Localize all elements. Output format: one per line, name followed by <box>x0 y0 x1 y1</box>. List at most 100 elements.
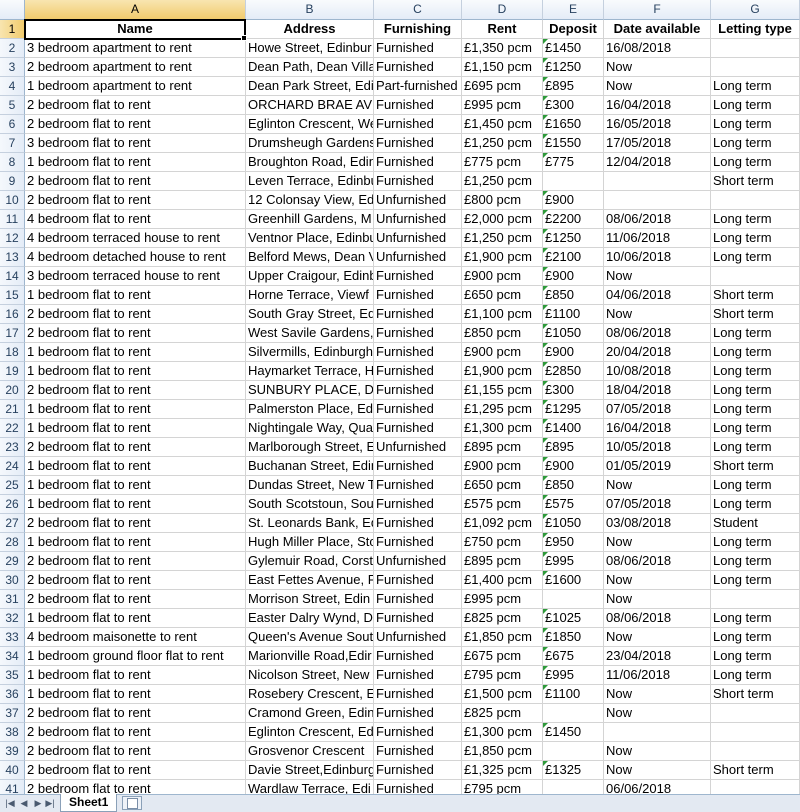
cell-a[interactable]: 4 bedroom maisonette to rent <box>25 628 246 647</box>
cell-b[interactable]: South Scotstoun, Sout <box>246 495 374 514</box>
header-cell-c[interactable]: Furnishing <box>374 20 462 39</box>
cell-e[interactable]: £995 <box>543 666 604 685</box>
cell-c[interactable]: Furnished <box>374 286 462 305</box>
cell-d[interactable]: £1,100 pcm <box>462 305 543 324</box>
cell-a[interactable]: 1 bedroom flat to rent <box>25 685 246 704</box>
cell-d[interactable]: £1,900 pcm <box>462 248 543 267</box>
cell-c[interactable]: Unfurnished <box>374 210 462 229</box>
cell-d[interactable]: £1,325 pcm <box>462 761 543 780</box>
cell-g[interactable]: Short term <box>711 457 800 476</box>
cell-b[interactable]: Haymarket Terrace, H <box>246 362 374 381</box>
cell-e[interactable]: £1400 <box>543 419 604 438</box>
row-header[interactable]: 12 <box>0 229 25 248</box>
cell-d[interactable]: £995 pcm <box>462 590 543 609</box>
column-header-f[interactable]: F <box>604 0 711 20</box>
row-header[interactable]: 1 <box>0 20 25 39</box>
cell-g[interactable] <box>711 191 800 210</box>
cell-c[interactable]: Furnished <box>374 685 462 704</box>
cell-b[interactable]: Belford Mews, Dean V <box>246 248 374 267</box>
cell-c[interactable]: Furnished <box>374 96 462 115</box>
cell-b[interactable]: Queen's Avenue Sout <box>246 628 374 647</box>
cell-c[interactable]: Furnished <box>374 381 462 400</box>
cell-g[interactable] <box>711 742 800 761</box>
cell-d[interactable]: £825 pcm <box>462 609 543 628</box>
cell-a[interactable]: 1 bedroom flat to rent <box>25 457 246 476</box>
cell-b[interactable]: Dean Park Street, Edi <box>246 77 374 96</box>
cell-a[interactable]: 2 bedroom flat to rent <box>25 172 246 191</box>
cell-f[interactable] <box>604 172 711 191</box>
header-cell-f[interactable]: Date available <box>604 20 711 39</box>
cell-c[interactable]: Furnished <box>374 134 462 153</box>
row-header[interactable]: 15 <box>0 286 25 305</box>
cell-e[interactable]: £1450 <box>543 723 604 742</box>
cell-f[interactable]: 10/08/2018 <box>604 362 711 381</box>
cell-a[interactable]: 1 bedroom flat to rent <box>25 666 246 685</box>
cell-b[interactable]: Davie Street,Edinburg <box>246 761 374 780</box>
cell-b[interactable]: Grosvenor Crescent <box>246 742 374 761</box>
cell-b[interactable]: 12 Colonsay View, Edi <box>246 191 374 210</box>
cell-b[interactable]: Palmerston Place, Edi <box>246 400 374 419</box>
cell-b[interactable]: Eglinton Crescent, Edi <box>246 723 374 742</box>
cell-f[interactable]: Now <box>604 77 711 96</box>
cell-d[interactable]: £1,850 pcm <box>462 742 543 761</box>
cell-a[interactable]: 2 bedroom flat to rent <box>25 96 246 115</box>
cell-d[interactable]: £1,400 pcm <box>462 571 543 590</box>
header-cell-g[interactable]: Letting type <box>711 20 800 39</box>
cell-a[interactable]: 2 bedroom flat to rent <box>25 590 246 609</box>
cell-g[interactable]: Short term <box>711 761 800 780</box>
cell-g[interactable] <box>711 267 800 286</box>
cell-b[interactable]: SUNBURY PLACE, DEA <box>246 381 374 400</box>
cell-c[interactable]: Unfurnished <box>374 628 462 647</box>
cell-g[interactable]: Long term <box>711 552 800 571</box>
header-cell-d[interactable]: Rent <box>462 20 543 39</box>
cell-e[interactable]: £1650 <box>543 115 604 134</box>
first-sheet-icon[interactable]: |◀ <box>4 797 16 809</box>
cell-a[interactable]: 1 bedroom flat to rent <box>25 419 246 438</box>
cell-d[interactable]: £1,250 pcm <box>462 229 543 248</box>
cell-a[interactable]: 2 bedroom flat to rent <box>25 761 246 780</box>
cell-d[interactable]: £650 pcm <box>462 286 543 305</box>
cell-e[interactable]: £900 <box>543 267 604 286</box>
column-header-e[interactable]: E <box>543 0 604 20</box>
cell-b[interactable]: Nightingale Way, Qua <box>246 419 374 438</box>
cell-g[interactable]: Long term <box>711 666 800 685</box>
cell-f[interactable]: 08/06/2018 <box>604 324 711 343</box>
sheet-tab-sheet1[interactable]: Sheet1 <box>60 794 118 812</box>
column-header-d[interactable]: D <box>462 0 543 20</box>
row-header[interactable]: 27 <box>0 514 25 533</box>
cell-g[interactable]: Long term <box>711 77 800 96</box>
cell-c[interactable]: Unfurnished <box>374 438 462 457</box>
cell-e[interactable]: £1050 <box>543 514 604 533</box>
row-header[interactable]: 14 <box>0 267 25 286</box>
cell-f[interactable]: 16/08/2018 <box>604 39 711 58</box>
cell-a[interactable]: 2 bedroom flat to rent <box>25 742 246 761</box>
row-header[interactable]: 39 <box>0 742 25 761</box>
cell-c[interactable]: Furnished <box>374 590 462 609</box>
cell-d[interactable]: £895 pcm <box>462 438 543 457</box>
cell-c[interactable]: Furnished <box>374 172 462 191</box>
row-header[interactable]: 37 <box>0 704 25 723</box>
row-header[interactable]: 40 <box>0 761 25 780</box>
insert-sheet-icon[interactable] <box>122 796 142 810</box>
row-header[interactable]: 30 <box>0 571 25 590</box>
cell-e[interactable]: £1450 <box>543 39 604 58</box>
cell-a[interactable]: 1 bedroom flat to rent <box>25 362 246 381</box>
cell-g[interactable]: Long term <box>711 229 800 248</box>
cell-f[interactable]: Now <box>604 533 711 552</box>
cell-f[interactable]: 07/05/2018 <box>604 495 711 514</box>
cell-a[interactable]: 1 bedroom flat to rent <box>25 343 246 362</box>
cell-g[interactable] <box>711 704 800 723</box>
cell-b[interactable]: St. Leonards Bank, Edi <box>246 514 374 533</box>
cell-a[interactable]: 2 bedroom flat to rent <box>25 571 246 590</box>
cell-c[interactable]: Furnished <box>374 153 462 172</box>
cell-g[interactable]: Long term <box>711 419 800 438</box>
cell-b[interactable]: South Gray Street, Edi <box>246 305 374 324</box>
cell-a[interactable]: 3 bedroom flat to rent <box>25 134 246 153</box>
cell-d[interactable]: £1,092 pcm <box>462 514 543 533</box>
cell-c[interactable]: Furnished <box>374 305 462 324</box>
header-cell-b[interactable]: Address <box>246 20 374 39</box>
cell-f[interactable]: Now <box>604 267 711 286</box>
cell-b[interactable]: Dean Path, Dean Villa <box>246 58 374 77</box>
cell-c[interactable]: Furnished <box>374 647 462 666</box>
cell-g[interactable]: Long term <box>711 210 800 229</box>
